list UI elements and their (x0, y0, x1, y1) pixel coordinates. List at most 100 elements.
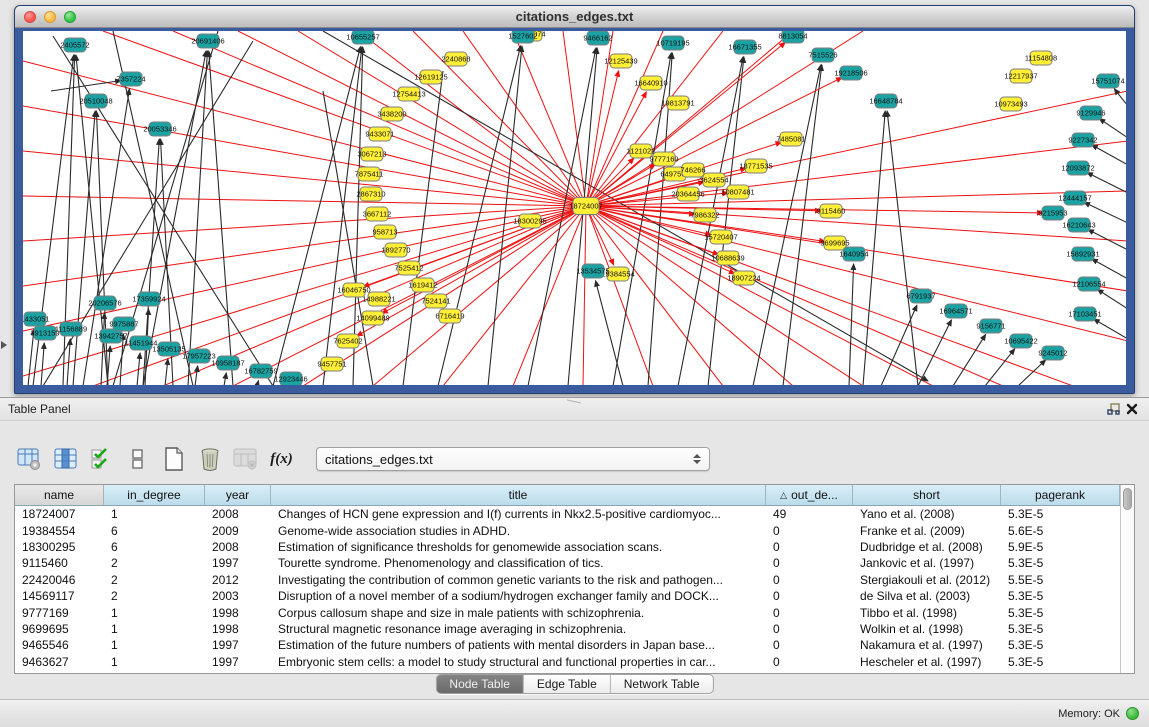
selected-paper-node[interactable]: 19813791 (661, 96, 694, 110)
table-cell[interactable]: Estimation of the future numbers of pati… (271, 637, 766, 653)
selected-paper-node[interactable]: 14099489 (356, 311, 389, 325)
table-cell[interactable]: 0 (766, 572, 853, 588)
table-cell[interactable]: 1998 (205, 604, 271, 620)
table-cell[interactable]: 5.9E-5 (1001, 539, 1120, 555)
selected-paper-node[interactable]: 1619412 (408, 278, 437, 292)
table-cell[interactable]: 6 (104, 539, 205, 555)
table-cell[interactable]: 19384554 (15, 522, 104, 538)
paper-node[interactable]: 12923446 (274, 372, 307, 385)
paper-node[interactable]: 11156889 (55, 322, 87, 336)
table-cell[interactable]: Nakamura et al. (1997) (853, 637, 1001, 653)
column-header-year[interactable]: year (205, 485, 271, 505)
paper-node[interactable]: 1433051 (23, 312, 50, 326)
window-titlebar[interactable]: citations_edges.txt (15, 6, 1134, 28)
table-cell[interactable]: de Silva et al. (2003) (853, 588, 1001, 604)
paper-node[interactable]: 1640954 (839, 247, 868, 261)
tab-network-table[interactable]: Network Table (610, 675, 713, 693)
paper-node[interactable]: 16648784 (869, 94, 902, 108)
table-cell[interactable]: 2 (104, 572, 205, 588)
table-cell[interactable]: 0 (766, 522, 853, 538)
minimize-window-button[interactable] (44, 11, 56, 23)
paper-node[interactable]: 10695422 (1004, 334, 1037, 348)
paper-node[interactable]: 7515526 (808, 48, 837, 62)
close-panel-icon[interactable] (1123, 401, 1141, 417)
paper-node[interactable]: 12106554 (1072, 277, 1105, 291)
table-cell[interactable]: 5.3E-5 (1001, 588, 1120, 604)
splitter-handle[interactable] (567, 399, 581, 404)
paper-node[interactable]: 16671355 (728, 40, 761, 54)
selected-paper-node[interactable]: 3667112 (363, 207, 392, 221)
table-cell[interactable]: 5.3E-5 (1001, 654, 1120, 670)
selected-paper-node[interactable]: 9777169 (649, 152, 678, 166)
table-row[interactable]: 911546021997Tourette syndrome. Phenomeno… (15, 555, 1120, 571)
table-cell[interactable]: 2 (104, 555, 205, 571)
tab-node-table[interactable]: Node Table (436, 675, 523, 693)
table-cell[interactable]: 0 (766, 539, 853, 555)
table-cell[interactable]: 9465546 (15, 637, 104, 653)
table-cell[interactable]: 9699695 (15, 621, 104, 637)
row-height-icon[interactable] (124, 446, 151, 473)
selected-paper-node[interactable]: 7875411 (355, 167, 384, 181)
paper-node[interactable]: 8813054 (778, 31, 807, 43)
paper-node[interactable]: 20691406 (191, 34, 224, 48)
table-cell[interactable]: 5.3E-5 (1001, 506, 1120, 522)
table-cell[interactable]: 0 (766, 588, 853, 604)
paper-node[interactable]: 17103451 (1068, 307, 1101, 321)
selected-paper-node[interactable]: 18724007 (569, 198, 602, 215)
table-cell[interactable]: 1997 (205, 654, 271, 670)
table-row[interactable]: 1830029562008Estimation of significance … (15, 539, 1120, 555)
table-cell[interactable]: 49 (766, 506, 853, 522)
table-cell[interactable]: Structural magnetic resonance image aver… (271, 621, 766, 637)
function-builder-icon[interactable]: f(x) (268, 446, 295, 473)
paper-node[interactable]: 19218506 (834, 66, 867, 80)
table-cell[interactable]: 0 (766, 654, 853, 670)
table-cell[interactable]: Disruption of a novel member of a sodium… (271, 588, 766, 604)
table-cell[interactable]: 18724007 (15, 506, 104, 522)
table-cell[interactable]: Tourette syndrome. Phenomenology and cla… (271, 555, 766, 571)
table-cell[interactable]: 5.6E-5 (1001, 522, 1120, 538)
paper-node[interactable]: 1527602 (508, 31, 537, 43)
paper-node[interactable]: 9215953 (1038, 206, 1067, 220)
paper-node[interactable]: 10958187 (211, 356, 244, 370)
selected-paper-node[interactable]: 9457751 (317, 357, 346, 371)
selected-paper-node[interactable]: 2240868 (441, 52, 470, 66)
table-cell[interactable]: Hescheler et al. (1997) (853, 654, 1001, 670)
column-header-name[interactable]: name (15, 485, 104, 505)
table-cell[interactable]: Investigating the contribution of common… (271, 572, 766, 588)
selected-paper-node[interactable]: 3624554 (699, 173, 728, 187)
table-cell[interactable]: 2008 (205, 539, 271, 555)
paper-node[interactable]: 20053346 (143, 122, 176, 136)
paper-node[interactable]: 12444157 (1058, 191, 1091, 205)
paper-node[interactable]: 7357224 (116, 72, 145, 86)
paper-node[interactable]: 20206576 (88, 296, 121, 310)
column-header-short[interactable]: short (853, 485, 1001, 505)
table-cell[interactable]: 5.3E-5 (1001, 637, 1120, 653)
selected-paper-node[interactable]: 18771535 (739, 159, 772, 173)
selected-paper-node[interactable]: 18907224 (727, 271, 760, 285)
zoom-window-button[interactable] (64, 11, 76, 23)
new-column-icon[interactable] (160, 446, 187, 473)
table-scrollbar[interactable] (1120, 485, 1134, 673)
paper-node[interactable]: 6791937 (906, 289, 935, 303)
paper-node[interactable]: 9466162 (583, 31, 612, 45)
selected-paper-node[interactable]: 16640910 (634, 76, 667, 90)
selected-paper-node[interactable]: 12217937 (1004, 69, 1037, 83)
table-row[interactable]: 969969511998Structural magnetic resonanc… (15, 621, 1120, 637)
table-cell[interactable]: Changes of HCN gene expression and I(f) … (271, 506, 766, 522)
table-row[interactable]: 2242004622012Investigating the contribut… (15, 572, 1120, 588)
table-cell[interactable]: 9115460 (15, 555, 104, 571)
paper-node[interactable]: 16964571 (939, 304, 972, 318)
table-cell[interactable]: Dudbridge et al. (2008) (853, 539, 1001, 555)
selected-paper-node[interactable]: 20364456 (671, 187, 704, 201)
citation-network-graph[interactable]: 1872400722408681261912512754413343820094… (23, 31, 1126, 385)
table-cell[interactable]: 5.3E-5 (1001, 555, 1120, 571)
table-row[interactable]: 1938455462009Genome-wide association stu… (15, 522, 1120, 538)
paper-node[interactable]: 15892931 (1066, 247, 1099, 261)
selected-paper-node[interactable]: 15720407 (704, 230, 737, 244)
selected-paper-node[interactable]: 9115460 (817, 204, 846, 218)
selected-paper-node[interactable]: 958713 (372, 225, 397, 239)
float-panel-icon[interactable] (1105, 401, 1123, 417)
close-window-button[interactable] (24, 11, 36, 23)
column-header-out_de[interactable]: △out_de... (766, 485, 853, 505)
table-cell[interactable]: 0 (766, 555, 853, 571)
